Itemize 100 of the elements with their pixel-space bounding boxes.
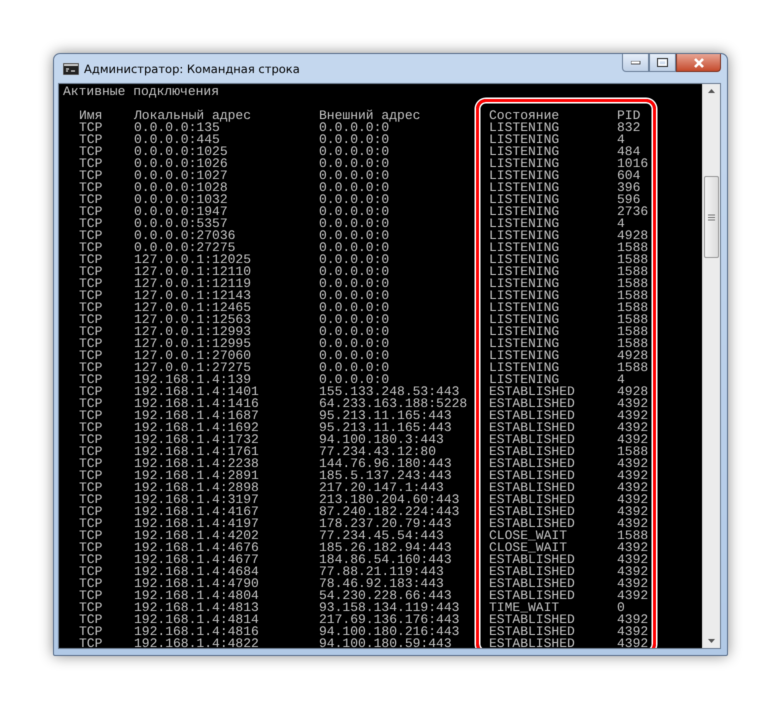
table-cell: LISTENING [489, 314, 560, 326]
table-cell: TCP [79, 518, 102, 530]
table-cell: 4392 [617, 590, 648, 602]
column-header: PID [617, 110, 640, 122]
table-cell: TCP [79, 302, 102, 314]
scroll-down-icon[interactable] [708, 639, 715, 643]
close-button[interactable] [676, 54, 721, 72]
table-cell: 4 [617, 218, 625, 230]
table-cell: ESTABLISHED [489, 614, 575, 626]
table-cell: 4392 [617, 554, 648, 566]
table-cell: 4392 [617, 542, 648, 554]
table-cell: 4392 [617, 494, 648, 506]
table-cell: LISTENING [489, 302, 560, 314]
table-cell: TCP [79, 566, 102, 578]
table-cell: 127.0.0.1:12995 [134, 338, 252, 350]
console-icon [63, 62, 79, 74]
table-cell: TCP [79, 398, 102, 410]
table-cell: TCP [79, 614, 102, 626]
scrollbar[interactable] [702, 84, 720, 648]
table-cell: 192.168.1.4:3197 [134, 494, 259, 506]
table-cell: TCP [79, 638, 102, 648]
table-cell: 178.237.20.79:443 [319, 518, 452, 530]
table-cell: ESTABLISHED [489, 494, 575, 506]
table-cell: 0.0.0.0:0 [319, 314, 390, 326]
table-cell: 1588 [617, 290, 648, 302]
table-cell: 1588 [617, 446, 648, 458]
table-cell: 4928 [617, 230, 648, 242]
table-cell: 192.168.1.4:4197 [134, 518, 259, 530]
window-title: Администратор: Командная строка [84, 62, 300, 76]
table-cell: 832 [617, 122, 640, 134]
maximize-button[interactable] [649, 54, 676, 72]
table-cell: TCP [79, 158, 102, 170]
table-cell: 0.0.0.0:1032 [134, 194, 228, 206]
table-cell: TCP [79, 494, 102, 506]
table-cell: TCP [79, 362, 102, 374]
table-cell: LISTENING [489, 254, 560, 266]
table-cell: 0.0.0.0:0 [319, 194, 390, 206]
table-cell: TCP [79, 434, 102, 446]
table-cell: 77.234.45.54:443 [319, 530, 444, 542]
table-cell: TCP [79, 506, 102, 518]
table-cell: 0.0.0.0:1947 [134, 206, 228, 218]
table-cell: 192.168.1.4:1687 [134, 410, 259, 422]
table-cell: LISTENING [489, 194, 560, 206]
table-cell: 94.100.180.59:443 [319, 638, 452, 648]
table-cell: LISTENING [489, 326, 560, 338]
table-cell: 396 [617, 182, 640, 194]
table-cell: 192.168.1.4:4816 [134, 626, 259, 638]
table-cell: 0.0.0.0:0 [319, 254, 390, 266]
table-cell: ESTABLISHED [489, 422, 575, 434]
table-cell: CLOSE_WAIT [489, 542, 568, 554]
table-cell: TCP [79, 446, 102, 458]
table-cell: 1588 [617, 254, 648, 266]
table-cell: 155.133.248.53:443 [319, 386, 460, 398]
scroll-up-icon[interactable] [708, 89, 715, 93]
table-cell: 484 [617, 146, 640, 158]
table-cell: 95.213.11.165:443 [319, 410, 452, 422]
table-cell: LISTENING [489, 278, 560, 290]
table-cell: 192.168.1.4:1416 [134, 398, 259, 410]
column-header: Состояние [489, 110, 560, 122]
table-cell: LISTENING [489, 218, 560, 230]
table-cell: 0.0.0.0:1025 [134, 146, 228, 158]
table-cell: 4392 [617, 578, 648, 590]
table-cell: ESTABLISHED [489, 410, 575, 422]
table-cell: 192.168.1.4:4813 [134, 602, 259, 614]
table-cell: TCP [79, 602, 102, 614]
table-cell: 1588 [617, 530, 648, 542]
table-cell: 0.0.0.0:1026 [134, 158, 228, 170]
table-cell: LISTENING [489, 206, 560, 218]
table-cell: TCP [79, 578, 102, 590]
table-cell: 192.168.1.4:4804 [134, 590, 259, 602]
table-cell: 127.0.0.1:12025 [134, 254, 252, 266]
table-cell: 1588 [617, 242, 648, 254]
table-cell: 78.46.92.183:443 [319, 578, 444, 590]
table-cell: 0.0.0.0:0 [319, 362, 390, 374]
table-cell: LISTENING [489, 374, 560, 386]
table-cell: 1588 [617, 302, 648, 314]
table-cell: 192.168.1.4:4822 [134, 638, 259, 648]
table-cell: LISTENING [489, 242, 560, 254]
table-cell: TCP [79, 554, 102, 566]
table-cell: 0 [617, 602, 625, 614]
table-cell: 0.0.0.0:27036 [134, 230, 236, 242]
table-cell: LISTENING [489, 182, 560, 194]
table-cell: 4392 [617, 518, 648, 530]
scroll-thumb[interactable] [704, 176, 719, 258]
minimize-button[interactable] [622, 54, 649, 72]
table-cell: 0.0.0.0:0 [319, 242, 390, 254]
table-cell: 192.168.1.4:4684 [134, 566, 259, 578]
grip-icon [708, 214, 715, 220]
table-cell: TCP [79, 230, 102, 242]
table-cell: TCP [79, 386, 102, 398]
table-cell: 4392 [617, 614, 648, 626]
table-cell: TCP [79, 410, 102, 422]
table-cell: TIME_WAIT [489, 602, 560, 614]
table-cell: LISTENING [489, 266, 560, 278]
table-cell: 185.5.137.243:443 [319, 470, 452, 482]
table-cell: 0.0.0.0:0 [319, 326, 390, 338]
table-cell: 0.0.0.0:0 [319, 146, 390, 158]
table-cell: 127.0.0.1:12563 [134, 314, 252, 326]
table-cell: LISTENING [489, 338, 560, 350]
table-cell: 192.168.1.4:2238 [134, 458, 259, 470]
